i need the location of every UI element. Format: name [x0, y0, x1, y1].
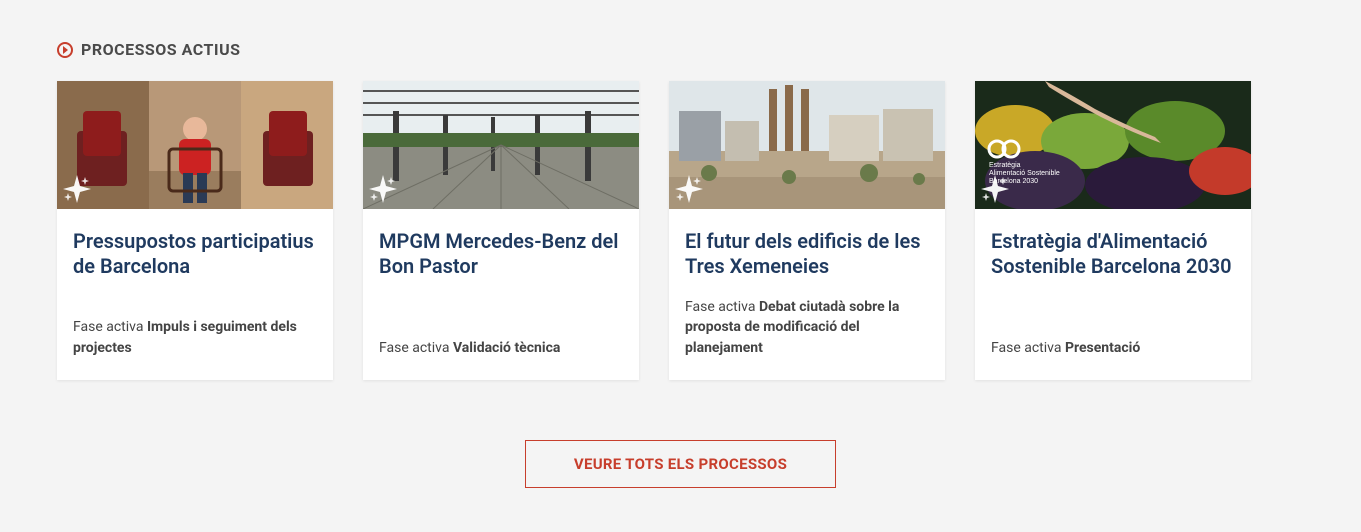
card-title: El futur dels edificis de les Tres Xemen…: [685, 229, 929, 279]
sparkle-icon: [981, 175, 1009, 203]
phase-value: Validació tècnica: [453, 340, 560, 356]
arrow-circle-icon: [57, 42, 73, 58]
card-phase: Fase activa Impuls i seguiment dels proj…: [73, 317, 317, 358]
card-title: Pressupostos participatius de Barcelona: [73, 229, 317, 279]
card-title: MPGM Mercedes-Benz del Bon Pastor: [379, 229, 623, 279]
sparkle-icon: [675, 175, 703, 203]
phase-value: Presentació: [1065, 340, 1140, 356]
card-image: [363, 81, 639, 209]
section-title: PROCESSOS ACTIUS: [81, 40, 240, 59]
card-image: [57, 81, 333, 209]
card-phase: Fase activa Presentació: [991, 338, 1235, 358]
section-header: PROCESSOS ACTIUS: [57, 40, 1304, 59]
process-card[interactable]: Estratègia Alimentació Sostenible Barcel…: [975, 81, 1251, 380]
svg-text:Estratègia: Estratègia: [989, 162, 1021, 169]
phase-label: Fase activa: [379, 340, 449, 356]
sparkle-icon: [369, 175, 397, 203]
card-image: Estratègia Alimentació Sostenible Barcel…: [975, 81, 1251, 209]
process-card[interactable]: Pressupostos participatius de Barcelona …: [57, 81, 333, 380]
card-title: Estratègia d'Alimentació Sostenible Barc…: [991, 229, 1235, 279]
process-card[interactable]: El futur dels edificis de les Tres Xemen…: [669, 81, 945, 380]
card-phase: Fase activa Debat ciutadà sobre la propo…: [685, 297, 929, 358]
process-card[interactable]: MPGM Mercedes-Benz del Bon Pastor Fase a…: [363, 81, 639, 380]
phase-label: Fase activa: [991, 340, 1061, 356]
view-all-processes-button[interactable]: VEURE TOTS ELS PROCESSOS: [525, 440, 836, 488]
card-phase: Fase activa Validació tècnica: [379, 338, 623, 358]
card-image: [669, 81, 945, 209]
sparkle-icon: [63, 175, 91, 203]
cards-row: Pressupostos participatius de Barcelona …: [57, 81, 1304, 380]
phase-label: Fase activa: [73, 319, 143, 335]
phase-label: Fase activa: [685, 299, 755, 315]
